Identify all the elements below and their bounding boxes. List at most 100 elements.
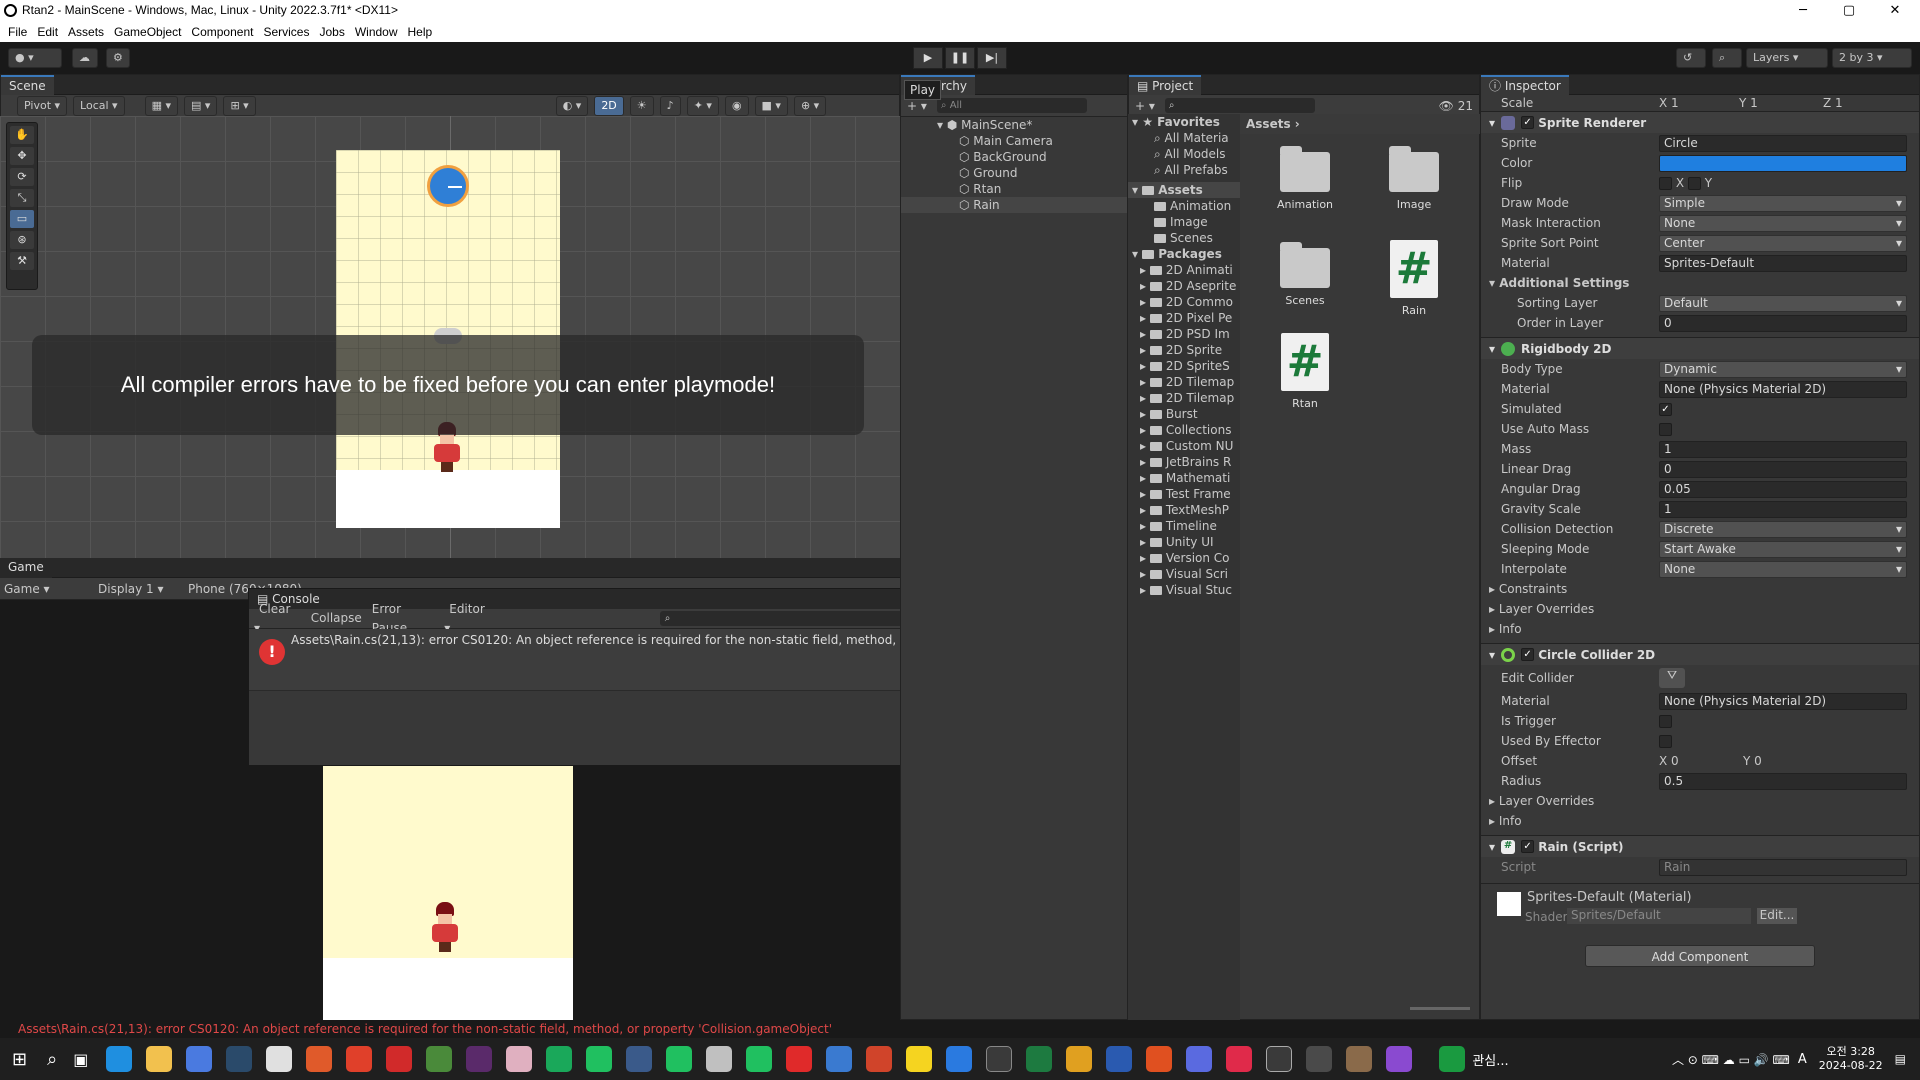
script-enabled[interactable]: ✓ <box>1521 840 1535 853</box>
clock[interactable]: 오전 3:28 2024-08-22 <box>1819 1045 1883 1073</box>
package-item[interactable]: ▸ Timeline <box>1128 518 1240 534</box>
package-item[interactable]: ▸ 2D Commo <box>1128 294 1240 310</box>
flip-x-checkbox[interactable] <box>1659 176 1672 190</box>
task-view-icon[interactable]: ▣ <box>73 1050 88 1069</box>
layers-dropdown[interactable]: Layers ▾ <box>1746 48 1828 68</box>
menu-file[interactable]: File <box>8 25 27 39</box>
transform-tool-icon[interactable]: ⊛ <box>10 231 34 249</box>
edit-collider-button[interactable]: ⛛ <box>1659 668 1685 688</box>
sleeping-mode-dropdown[interactable]: Start Awake <box>1659 540 1907 558</box>
collider-layer-overrides-foldout[interactable]: ▸ Layer Overrides <box>1481 791 1919 811</box>
project-search-input[interactable]: ⌕ <box>1164 98 1315 113</box>
project-breadcrumb[interactable]: Assets › <box>1240 114 1480 134</box>
additional-settings-foldout[interactable]: ▾ Additional Settings <box>1481 273 1919 293</box>
close-button[interactable]: ✕ <box>1872 0 1918 22</box>
asset-folder-image[interactable]: Image <box>1374 146 1454 211</box>
grid-visibility-icon[interactable]: ▤ ▾ <box>184 95 218 116</box>
order-in-layer-field[interactable]: 0 <box>1659 314 1907 332</box>
app-icon[interactable] <box>506 1046 533 1072</box>
scale-tool-icon[interactable]: ⤡ <box>10 189 34 207</box>
favorite-item[interactable]: ⌕ All Materia <box>1128 130 1240 146</box>
app-icon[interactable] <box>1146 1046 1173 1072</box>
package-item[interactable]: ▸ TextMeshP <box>1128 502 1240 518</box>
tab-scene[interactable]: Scene <box>1 75 54 95</box>
excel-icon[interactable] <box>1026 1046 1053 1072</box>
menu-services[interactable]: Services <box>263 25 309 39</box>
interpolate-dropdown[interactable]: None <box>1659 560 1907 578</box>
hand-tool-icon[interactable]: ✋ <box>10 126 34 144</box>
asset-folder-scenes[interactable]: Scenes <box>1265 242 1345 307</box>
app-icon[interactable] <box>426 1046 453 1072</box>
assets-folder[interactable]: Image <box>1128 214 1240 230</box>
menu-edit[interactable]: Edit <box>37 25 58 39</box>
play-button[interactable]: ▶ <box>913 47 943 69</box>
favorite-item[interactable]: ⌕ All Models <box>1128 146 1240 162</box>
youtube-icon[interactable] <box>786 1046 813 1072</box>
package-item[interactable]: ▸ Custom NU <box>1128 438 1240 454</box>
radius-field[interactable]: 0.5 <box>1659 772 1907 790</box>
is-trigger-checkbox[interactable] <box>1659 714 1672 728</box>
package-item[interactable]: ▸ 2D Tilemap <box>1128 390 1240 406</box>
collision-detection-dropdown[interactable]: Discrete <box>1659 520 1907 538</box>
package-item[interactable]: ▸ 2D Sprite <box>1128 342 1240 358</box>
shader-edit-button[interactable]: Edit... <box>1757 908 1797 924</box>
maximize-button[interactable]: ▢ <box>1826 0 1872 22</box>
package-item[interactable]: ▸ Unity UI <box>1128 534 1240 550</box>
rb-info-foldout[interactable]: ▸ Info <box>1481 619 1919 639</box>
rect-tool-icon[interactable]: ▭ <box>10 210 34 228</box>
flip-y-checkbox[interactable] <box>1687 176 1701 190</box>
menu-jobs[interactable]: Jobs <box>319 25 344 39</box>
gravity-scale-field[interactable]: 1 <box>1659 500 1907 518</box>
app-icon[interactable] <box>666 1046 693 1072</box>
widget-label[interactable]: 관심... <box>1472 1050 1508 1069</box>
explorer-icon[interactable] <box>146 1046 173 1072</box>
mode-2d-toggle[interactable]: 2D <box>594 95 624 116</box>
hierarchy-item[interactable]: ⬡ Rtan <box>901 181 1127 197</box>
audio-icon[interactable]: ♪ <box>659 95 681 116</box>
mask-interaction-dropdown[interactable]: None <box>1659 214 1907 232</box>
cloud-icon[interactable]: ☁ <box>72 48 98 68</box>
app-icon[interactable] <box>186 1046 213 1072</box>
mass-field[interactable]: 1 <box>1659 440 1907 458</box>
maps-icon[interactable] <box>946 1046 973 1072</box>
project-add-button[interactable]: + ▾ <box>1135 99 1155 113</box>
body-type-dropdown[interactable]: Dynamic <box>1659 360 1907 378</box>
app-icon[interactable] <box>266 1046 293 1072</box>
layout-dropdown[interactable]: 2 by 3 ▾ <box>1832 48 1912 68</box>
offset-x[interactable]: X 0 <box>1659 754 1743 768</box>
auto-mass-checkbox[interactable] <box>1659 422 1672 436</box>
assets-folder[interactable]: Animation <box>1128 198 1240 214</box>
collider-header[interactable]: ▾ ✓ Circle Collider 2D <box>1481 643 1919 665</box>
package-item[interactable]: ▸ Version Co <box>1128 550 1240 566</box>
search-icon[interactable]: ⌕ <box>1712 48 1742 68</box>
shading-mode-icon[interactable]: ◐ ▾ <box>555 95 589 116</box>
collider-enabled[interactable]: ✓ <box>1521 648 1535 661</box>
assets-header[interactable]: ▾ Assets <box>1128 182 1240 198</box>
rb-layer-overrides-foldout[interactable]: ▸ Layer Overrides <box>1481 599 1919 619</box>
package-item[interactable]: ▸ Test Frame <box>1128 486 1240 502</box>
unity-icon[interactable] <box>1266 1046 1293 1072</box>
material-field[interactable]: Sprites-Default <box>1659 254 1907 272</box>
package-item[interactable]: ▸ 2D SpriteS <box>1128 358 1240 374</box>
collapse-button[interactable]: Collapse <box>306 609 367 628</box>
app-icon[interactable] <box>1306 1046 1333 1072</box>
collider-material-field[interactable]: None (Physics Material 2D) <box>1659 692 1907 710</box>
app-icon[interactable] <box>346 1046 373 1072</box>
assets-folder[interactable]: Scenes <box>1128 230 1240 246</box>
asset-folder-animation[interactable]: Animation <box>1265 146 1345 211</box>
kakaotalk-icon[interactable] <box>906 1046 933 1072</box>
camera-icon[interactable]: ■ ▾ <box>754 95 788 116</box>
app-icon[interactable] <box>1346 1046 1373 1072</box>
app-icon[interactable] <box>306 1046 333 1072</box>
linear-drag-field[interactable]: 0 <box>1659 460 1907 478</box>
app-icon[interactable] <box>746 1046 773 1072</box>
hierarchy-item[interactable]: ⬡ BackGround <box>901 149 1127 165</box>
package-item[interactable]: ▸ Collections <box>1128 422 1240 438</box>
edge-icon[interactable] <box>106 1046 133 1072</box>
tab-game[interactable]: Game <box>0 558 52 578</box>
scale-y[interactable]: Y 1 <box>1739 96 1823 110</box>
menu-gameobject[interactable]: GameObject <box>114 25 181 39</box>
asset-script-rain[interactable]: # Rain <box>1374 240 1454 317</box>
package-item[interactable]: ▸ Burst <box>1128 406 1240 422</box>
package-item[interactable]: ▸ 2D PSD Im <box>1128 326 1240 342</box>
